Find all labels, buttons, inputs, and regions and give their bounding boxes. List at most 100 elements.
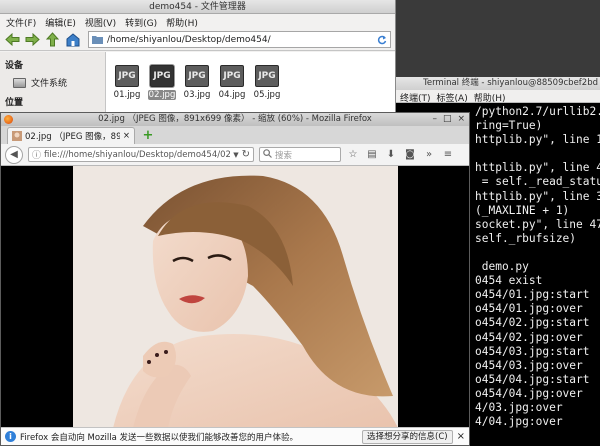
terminal-menu-tabs[interactable]: 标签(A): [437, 91, 468, 104]
terminal-line: self._rbufsize): [475, 231, 577, 245]
menu-file[interactable]: 文件(F): [6, 16, 36, 29]
terminal-line: (_MAXLINE + 1): [475, 203, 570, 217]
sidebar-heading-devices: 设备: [5, 61, 24, 71]
menu-go[interactable]: 转到(G): [125, 16, 157, 29]
file-manager-toolbar: /home/shiyanlou/Desktop/demo454/: [0, 29, 395, 51]
terminal-line: 0454 exist: [475, 274, 543, 288]
file-name: 05.jpg: [253, 90, 281, 100]
firefox-titlebar: 02.jpg （JPEG 图像，891x699 像素） - 缩放 (60%) -…: [1, 113, 469, 126]
terminal-line: ring=True): [475, 119, 543, 133]
sidebar-heading-places: 位置: [5, 98, 24, 108]
home-icon[interactable]: [64, 31, 81, 48]
terminal-line: o454/03.jpg:over: [475, 358, 583, 372]
file-manager-window: demo454 - 文件管理器 文件(F) 编辑(E) 视图(V) 转到(G) …: [0, 0, 396, 120]
url-text: file:///home/shiyanlou/Desktop/demo454/0…: [44, 149, 231, 160]
terminal-menubar: 终端(T) 标签(A) 帮助(H): [396, 90, 600, 104]
jpg-thumbnail-icon: JPG: [220, 65, 244, 87]
firefox-logo-icon: [4, 115, 13, 124]
terminal-line: demo.py: [475, 260, 529, 274]
file-name: 01.jpg: [113, 90, 141, 100]
reading-list-icon[interactable]: ▤: [365, 148, 379, 162]
sidebar-item-filesystem[interactable]: 文件系统: [5, 76, 100, 89]
terminal-menu-help[interactable]: 帮助(H): [474, 91, 506, 104]
reload-icon[interactable]: [377, 35, 387, 45]
sidebar: 设备 文件系统 位置: [0, 52, 106, 120]
search-icon: [263, 148, 272, 161]
reload-icon[interactable]: ↻: [242, 149, 250, 160]
terminal-line: = self._read_status: [475, 175, 600, 189]
back-arrow-icon[interactable]: [4, 31, 21, 48]
firefox-title: 02.jpg （JPEG 图像，891x699 像素） - 缩放 (60%) -…: [98, 114, 372, 124]
close-icon[interactable]: ×: [457, 113, 465, 126]
terminal-line: /python2.7/urllib2.py", line 1:: [475, 105, 600, 118]
file-manager-body: 设备 文件系统 位置 JPG 01.jpg JPG 02.jpg JPG 03.…: [0, 52, 395, 120]
terminal-line: 4/04.jpg:over: [475, 415, 563, 429]
menu-view[interactable]: 视图(V): [85, 16, 116, 29]
file-grid: JPG 01.jpg JPG 02.jpg JPG 03.jpg JPG 04.…: [106, 52, 395, 120]
minimize-icon[interactable]: –: [432, 113, 437, 126]
jpg-thumbnail-icon: JPG: [185, 65, 209, 87]
new-tab-icon[interactable]: +: [141, 129, 155, 143]
terminal-menu-terminal[interactable]: 终端(T): [400, 91, 431, 104]
terminal-line: o454/01.jpg:start: [475, 288, 590, 302]
menu-edit[interactable]: 编辑(E): [45, 16, 76, 29]
terminal-line: o454/03.jpg:start: [475, 344, 590, 358]
notification-close-icon[interactable]: ×: [457, 431, 465, 442]
terminal-line: httplib.py", line 10: [475, 133, 600, 147]
file-manager-menubar: 文件(F) 编辑(E) 视图(V) 转到(G) 帮助(H): [0, 14, 395, 29]
tab-strip: 02.jpg （JPEG 图像，89... × +: [1, 126, 469, 144]
image-favicon-icon: [12, 131, 22, 141]
tab-close-icon[interactable]: ×: [123, 131, 130, 141]
bookmark-star-icon[interactable]: ☆: [346, 148, 360, 162]
overflow-chevron-icon[interactable]: »: [422, 148, 436, 162]
search-input[interactable]: 搜索: [259, 147, 341, 162]
terminal-line: o454/04.jpg:over: [475, 386, 583, 400]
tab-label: 02.jpg （JPEG 图像，89...: [25, 132, 120, 142]
terminal-line: o454/01.jpg:over: [475, 302, 583, 316]
portrait-photo[interactable]: [73, 166, 398, 428]
file-name: 02.jpg: [147, 90, 177, 100]
pocket-icon[interactable]: ◙: [403, 148, 417, 162]
path-text: /home/shiyanlou/Desktop/demo454/: [107, 34, 271, 45]
path-bar[interactable]: /home/shiyanlou/Desktop/demo454/: [88, 31, 391, 48]
terminal-line: 4/03.jpg:over: [475, 400, 563, 414]
url-bar[interactable]: ⓘ file:///home/shiyanlou/Desktop/demo454…: [28, 147, 254, 162]
download-icon[interactable]: ⬇: [384, 148, 398, 162]
terminal-line: socket.py", line 476: [475, 217, 600, 231]
maximize-icon[interactable]: □: [443, 113, 452, 126]
hamburger-menu-icon[interactable]: ≡: [441, 148, 455, 162]
terminal-line: httplib.py", line 3: [475, 189, 600, 203]
navigation-toolbar: ◀ ⓘ file:///home/shiyanlou/Desktop/demo4…: [1, 144, 469, 166]
sidebar-item-label: 文件系统: [31, 79, 68, 89]
notification-bar: i Firefox 会自动向 Mozilla 发送一些数据以使我们能够改善您的用…: [1, 427, 469, 445]
info-icon: i: [5, 431, 16, 442]
dropdown-icon[interactable]: ▼: [233, 151, 238, 159]
terminal-title: Terminal 终端 - shiyanlou@88509cbef2bd: [396, 77, 600, 90]
jpg-thumbnail-icon: JPG: [255, 65, 279, 87]
terminal-line: o454/02.jpg:over: [475, 330, 583, 344]
firefox-window: 02.jpg （JPEG 图像，891x699 像素） - 缩放 (60%) -…: [0, 112, 470, 446]
portrait-illustration: [73, 166, 398, 428]
terminal-line: httplib.py", line 4:: [475, 161, 600, 175]
file-name: 03.jpg: [183, 90, 211, 100]
image-viewport: [1, 166, 469, 428]
file-manager-title: demo454 - 文件管理器: [0, 0, 395, 14]
folder-icon: [92, 36, 103, 44]
terminal-line: o454/02.jpg:start: [475, 316, 590, 330]
jpg-thumbnail-icon: JPG: [150, 65, 174, 87]
jpg-thumbnail-icon: JPG: [115, 65, 139, 87]
forward-arrow-icon[interactable]: [24, 31, 41, 48]
file-name: 04.jpg: [218, 90, 246, 100]
terminal-line: o454/04.jpg:start: [475, 372, 590, 386]
tab-image[interactable]: 02.jpg （JPEG 图像，89... ×: [7, 127, 135, 144]
share-data-button[interactable]: 选择想分享的信息(C): [362, 429, 453, 444]
drive-icon: [13, 77, 26, 88]
back-button-icon[interactable]: ◀: [5, 145, 23, 164]
info-icon[interactable]: ⓘ: [32, 148, 41, 161]
up-arrow-icon[interactable]: [44, 31, 61, 48]
notification-text: Firefox 会自动向 Mozilla 发送一些数据以使我们能够改善您的用户体…: [20, 432, 299, 443]
menu-help[interactable]: 帮助(H): [166, 16, 198, 29]
search-placeholder: 搜索: [275, 150, 293, 161]
